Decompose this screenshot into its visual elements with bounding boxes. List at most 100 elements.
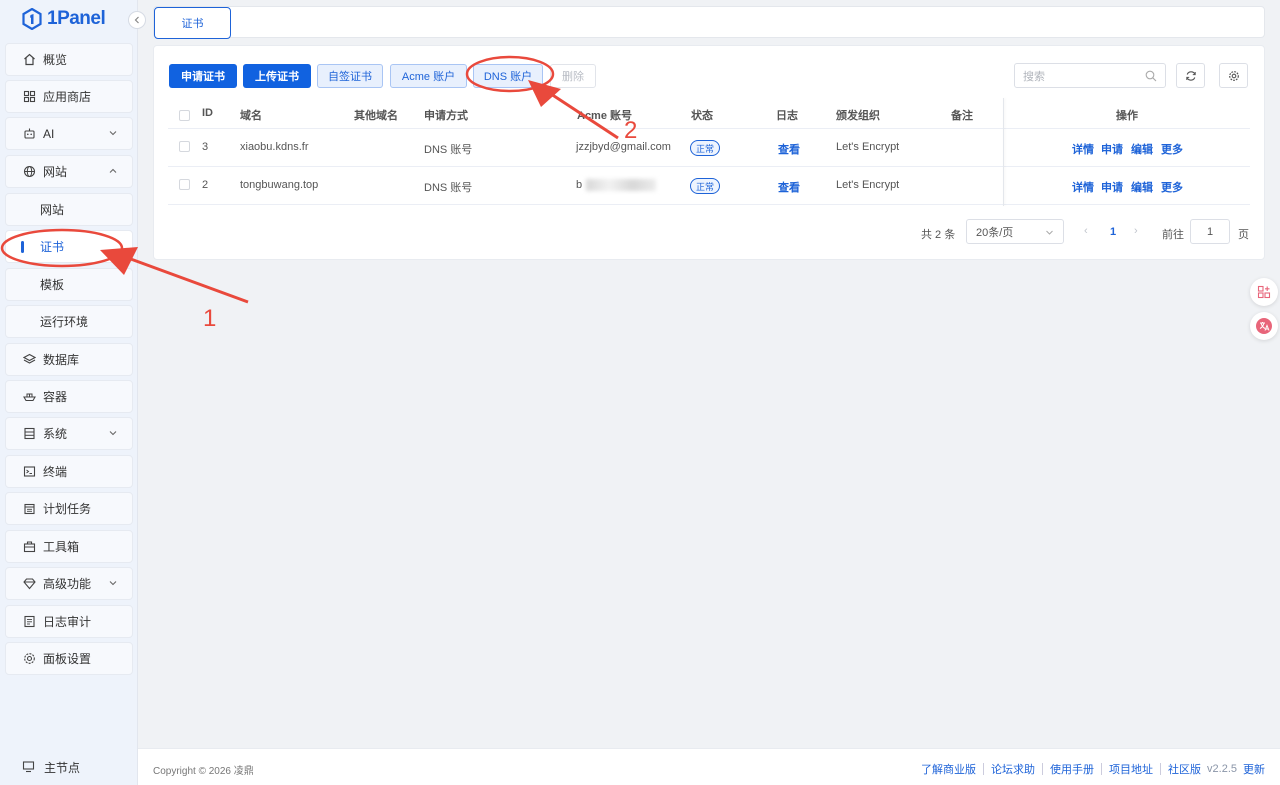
sidebar-item-label: 容器 <box>43 390 68 404</box>
annotation-arrow-1-line <box>127 256 249 304</box>
footer-link-edition[interactable]: 社区版 <box>1168 761 1201 777</box>
footer-links: 了解商业版 论坛求助 使用手册 项目地址 社区版 v2.2.5 更新 <box>921 761 1265 777</box>
search-placeholder: 搜索 <box>1023 70 1045 83</box>
goto-page-input[interactable]: 1 <box>1190 219 1230 244</box>
page-number[interactable]: 1 <box>1110 226 1116 238</box>
floating-widget-apps[interactable] <box>1250 278 1278 306</box>
col-log: 日志 <box>776 110 798 122</box>
prev-page-button[interactable]: ‹ <box>1084 225 1088 237</box>
sidebar-item-label: 系统 <box>43 427 68 441</box>
sidebar-item-log-audit[interactable]: 日志审计 <box>5 605 133 638</box>
annotation-label-2: 2 <box>624 117 638 144</box>
sidebar-subitem-label: 模板 <box>40 278 65 292</box>
sidebar-subitem-website[interactable]: 网站 <box>5 193 133 226</box>
refresh-button[interactable] <box>1176 63 1205 88</box>
delete-button[interactable]: 删除 <box>550 64 596 88</box>
active-indicator <box>21 241 24 253</box>
version-label: v2.2.5 <box>1207 763 1237 775</box>
sidebar-item-label: 面板设置 <box>43 652 92 666</box>
node-switcher[interactable]: 主节点 <box>0 750 138 784</box>
select-all-checkbox[interactable] <box>179 110 190 121</box>
acme-account-button[interactable]: Acme 账户 <box>390 64 467 88</box>
detail-link[interactable]: 详情 <box>1072 179 1094 195</box>
chevron-down-icon <box>109 431 117 436</box>
sidebar-item-ai[interactable]: AI <box>5 117 133 150</box>
edit-link[interactable]: 编辑 <box>1131 141 1153 157</box>
search-icon <box>1145 70 1157 82</box>
sidebar-item-label: 日志审计 <box>43 615 92 629</box>
sidebar-item-database[interactable]: 数据库 <box>5 343 133 376</box>
sidebar-item-website[interactable]: 网站 <box>5 155 133 188</box>
sidebar-item-label: 工具箱 <box>43 540 80 554</box>
search-input[interactable]: 搜索 <box>1014 63 1166 88</box>
page-suffix-label: 页 <box>1238 229 1249 241</box>
apply-link[interactable]: 申请 <box>1101 141 1123 157</box>
sidebar-item-app-store[interactable]: 应用商店 <box>5 80 133 113</box>
page-size-select[interactable]: 20条/页 <box>966 219 1064 244</box>
status-badge: 正常 <box>690 178 721 194</box>
chevron-down-icon <box>109 131 117 136</box>
table-row: 2 tongbuwang.top DNS 账号 b 正常 查看 Let's En… <box>168 167 1250 205</box>
fixed-column-divider <box>1003 98 1004 206</box>
self-signed-cert-button[interactable]: 自签证书 <box>317 64 383 88</box>
sidebar-item-system[interactable]: 系统 <box>5 417 133 450</box>
tab-certificate[interactable]: 证书 <box>154 7 231 39</box>
copyright: Copyright © 2026 凌鼎 <box>153 766 254 777</box>
sidebar-item-panel-settings[interactable]: 面板设置 <box>5 642 133 675</box>
sidebar-subitem-label: 证书 <box>40 240 65 254</box>
sidebar-subitem-template[interactable]: 模板 <box>5 268 133 301</box>
divider <box>1101 763 1103 775</box>
certificate-card: 申请证书 上传证书 自签证书 Acme 账户 DNS 账户 删除 搜索 ID 域… <box>153 45 1265 260</box>
gear-icon <box>22 652 36 666</box>
apply-cert-button[interactable]: 申请证书 <box>169 64 237 88</box>
col-id: ID <box>202 107 213 119</box>
refresh-icon <box>1185 70 1196 81</box>
next-page-button[interactable]: › <box>1134 225 1138 237</box>
sidebar-item-cron[interactable]: 计划任务 <box>5 492 133 525</box>
divider <box>1042 763 1044 775</box>
update-link[interactable]: 更新 <box>1243 761 1265 777</box>
cell-id: 2 <box>202 179 209 191</box>
detail-link[interactable]: 详情 <box>1072 141 1094 157</box>
row-checkbox[interactable] <box>179 141 190 152</box>
home-icon <box>22 53 36 67</box>
view-log-link[interactable]: 查看 <box>778 141 800 157</box>
footer-link-forum[interactable]: 论坛求助 <box>991 761 1035 777</box>
sidebar-item-advanced[interactable]: 高级功能 <box>5 567 133 600</box>
grid-plus-icon <box>1257 285 1271 299</box>
edit-link[interactable]: 编辑 <box>1131 179 1153 195</box>
floating-widget-translate[interactable] <box>1250 312 1278 340</box>
pagination-total: 共 2 条 <box>921 229 956 241</box>
more-link[interactable]: 更多 <box>1161 141 1183 157</box>
collapse-sidebar-button[interactable] <box>128 11 146 29</box>
chevron-up-icon <box>109 168 117 173</box>
upload-cert-button[interactable]: 上传证书 <box>243 64 311 88</box>
toolbox-icon <box>22 540 36 554</box>
sidebar-item-container[interactable]: 容器 <box>5 380 133 413</box>
sidebar-subitem-certificate[interactable]: 证书 <box>5 230 133 263</box>
footer-link-commercial[interactable]: 了解商业版 <box>921 761 976 777</box>
server-icon <box>22 427 36 441</box>
row-checkbox[interactable] <box>179 179 190 190</box>
more-link[interactable]: 更多 <box>1161 179 1183 195</box>
sidebar-item-overview[interactable]: 概览 <box>5 43 133 76</box>
sidebar-item-terminal[interactable]: 终端 <box>5 455 133 488</box>
apply-link[interactable]: 申请 <box>1101 179 1123 195</box>
view-log-link[interactable]: 查看 <box>778 179 800 195</box>
divider <box>983 763 985 775</box>
footer-link-manual[interactable]: 使用手册 <box>1050 761 1094 777</box>
cell-issuer: Let's Encrypt <box>836 179 900 191</box>
sidebar-item-label: 高级功能 <box>43 577 92 591</box>
sidebar-item-toolbox[interactable]: 工具箱 <box>5 530 133 563</box>
footer-link-project[interactable]: 项目地址 <box>1109 761 1153 777</box>
dns-account-button[interactable]: DNS 账户 <box>473 64 543 88</box>
sidebar-item-label: 数据库 <box>43 353 80 367</box>
table-settings-button[interactable] <box>1219 63 1248 88</box>
col-operations: 操作 <box>1116 110 1138 122</box>
sidebar-item-label: 概览 <box>43 53 68 67</box>
app-logo[interactable]: 1Panel <box>22 7 106 31</box>
sidebar-item-label: 终端 <box>43 465 68 479</box>
sidebar-subitem-runtime[interactable]: 运行环境 <box>5 305 133 338</box>
cell-domain: tongbuwang.top <box>240 179 319 191</box>
sidebar-item-label: 网站 <box>43 165 68 179</box>
